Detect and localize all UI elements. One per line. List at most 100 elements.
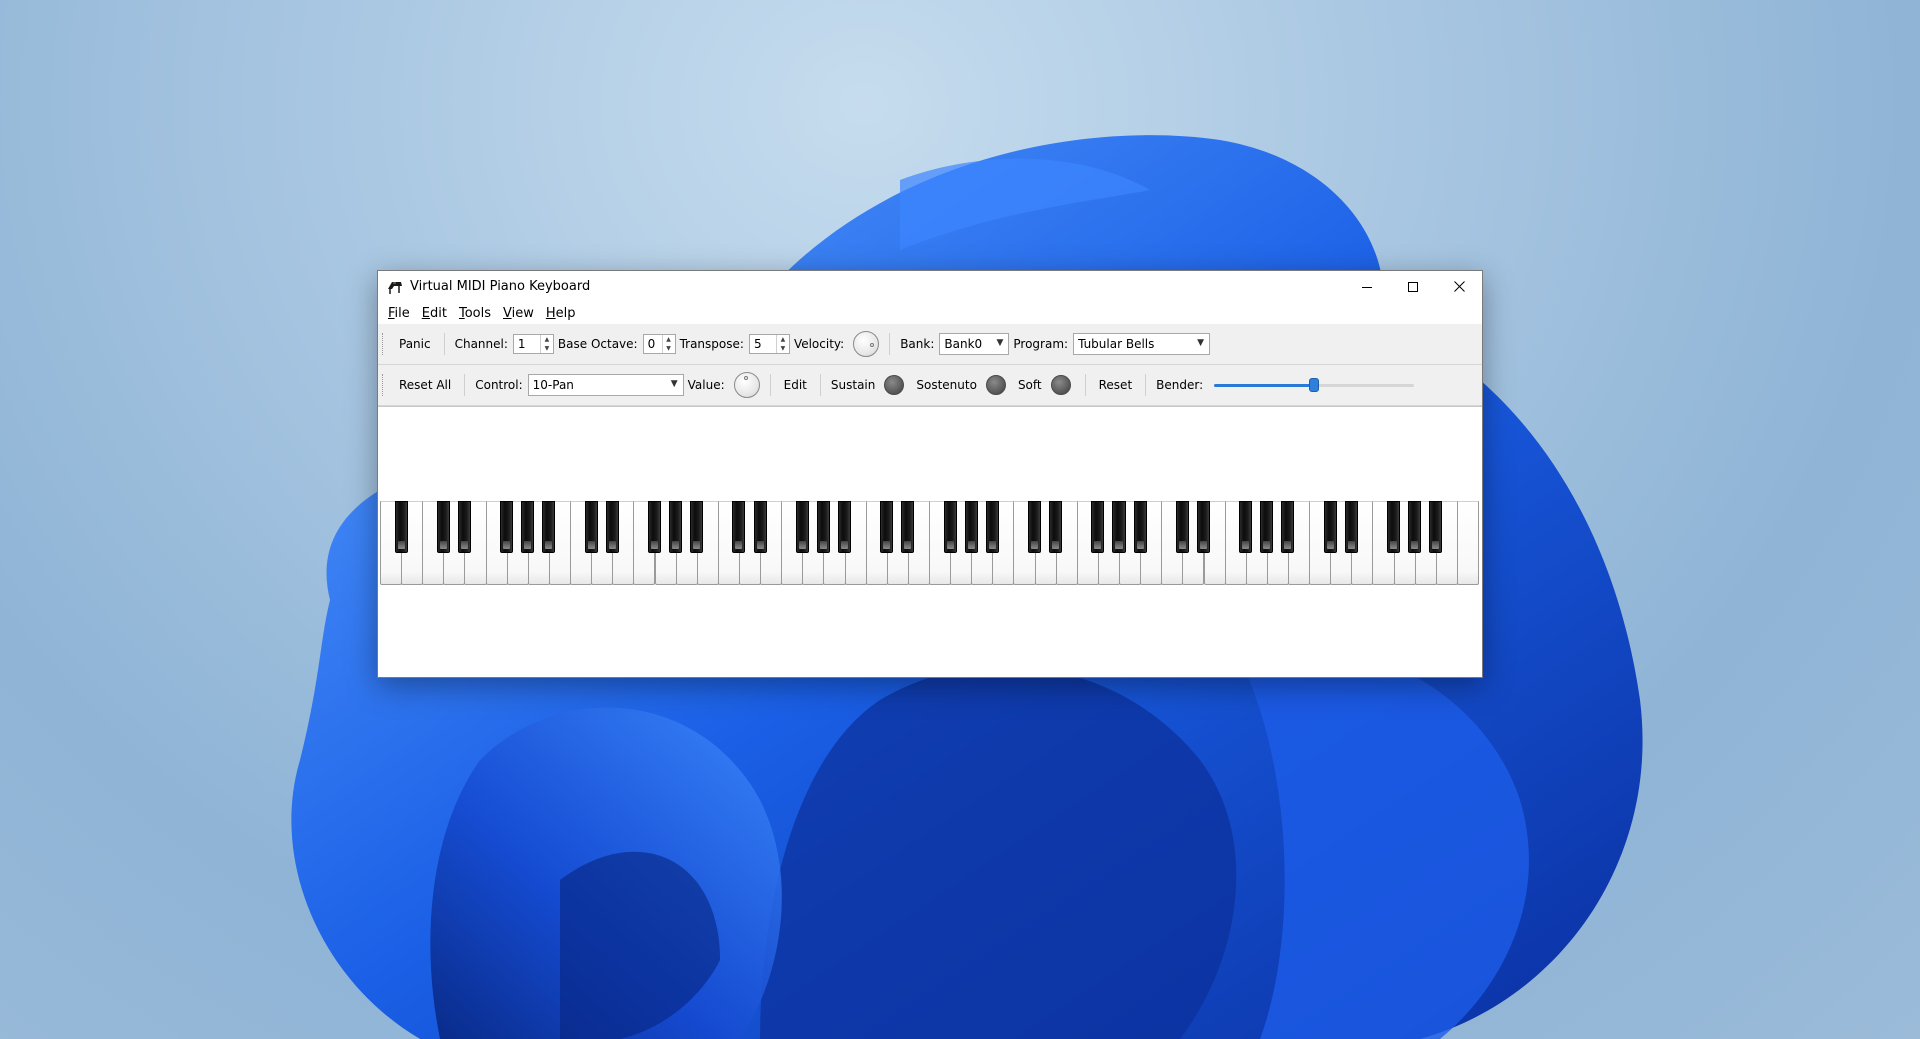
toolbar-separator: [464, 374, 466, 396]
spin-up-icon[interactable]: ▲: [777, 335, 789, 344]
black-key[interactable]: [457, 501, 471, 553]
black-key[interactable]: [1112, 501, 1126, 553]
notes-toolbar: Panic Channel: 1 ▲ ▼ Base Octave: 0 ▲ ▼ Tr…: [378, 324, 1482, 365]
channel-label: Channel:: [454, 337, 508, 351]
black-key[interactable]: [1344, 501, 1358, 553]
minimize-icon: [1362, 286, 1372, 288]
black-key[interactable]: [880, 501, 894, 553]
menu-tools[interactable]: Tools: [454, 306, 496, 321]
soft-toggle[interactable]: [1050, 375, 1071, 395]
slider-handle[interactable]: [1309, 378, 1320, 392]
black-key[interactable]: [816, 501, 830, 553]
black-key[interactable]: [436, 501, 450, 553]
value-knob[interactable]: [733, 372, 760, 398]
title-bar[interactable]: Virtual MIDI Piano Keyboard: [378, 271, 1482, 302]
transpose-value: 5: [753, 337, 762, 351]
velocity-knob[interactable]: [853, 331, 880, 357]
bender-slider[interactable]: [1214, 374, 1415, 396]
edit-button[interactable]: Edit: [777, 374, 814, 396]
black-key[interactable]: [1386, 501, 1401, 553]
bank-value: Bank0: [944, 337, 983, 351]
toolbar-separator: [889, 333, 891, 355]
reset-button[interactable]: Reset: [1092, 374, 1140, 396]
black-key[interactable]: [542, 501, 556, 553]
black-key[interactable]: [1408, 501, 1422, 553]
sustain-label: Sustain: [830, 378, 876, 392]
black-key[interactable]: [1049, 501, 1063, 553]
black-key[interactable]: [964, 501, 978, 553]
menu-help-accel: H: [545, 305, 556, 321]
spin-down-icon[interactable]: ▼: [541, 344, 553, 353]
bank-label: Bank:: [900, 337, 935, 351]
velocity-label: Velocity:: [793, 337, 845, 351]
black-key[interactable]: [1196, 501, 1211, 553]
reset-all-button[interactable]: Reset All: [392, 374, 458, 396]
panic-button[interactable]: Panic: [392, 333, 438, 355]
control-value: 10-Pan: [532, 378, 574, 392]
spin-down-icon[interactable]: ▼: [777, 344, 789, 353]
menu-file[interactable]: File: [383, 306, 415, 321]
sostenuto-toggle[interactable]: [985, 375, 1006, 395]
menu-help[interactable]: Help: [541, 306, 581, 321]
menu-view-label: iew: [511, 305, 534, 321]
black-key[interactable]: [690, 501, 704, 553]
base-octave-spinbox[interactable]: 0 ▲ ▼: [642, 334, 676, 354]
menu-view-accel: V: [503, 305, 512, 321]
black-key[interactable]: [1091, 501, 1105, 553]
sustain-toggle[interactable]: [884, 375, 905, 395]
black-key[interactable]: [1028, 501, 1042, 553]
spin-up-icon[interactable]: ▲: [541, 335, 553, 344]
control-combobox[interactable]: 10-Pan ▼: [527, 374, 684, 396]
black-key[interactable]: [500, 501, 514, 553]
knob-indicator: [870, 343, 875, 347]
menu-view[interactable]: View: [498, 306, 539, 321]
toolbar-separator: [769, 374, 771, 396]
toolbar-separator: [1145, 374, 1147, 396]
black-key[interactable]: [1281, 501, 1295, 553]
menu-edit-label: dit: [430, 305, 447, 321]
black-key[interactable]: [1133, 501, 1147, 553]
white-key[interactable]: [1456, 501, 1479, 585]
black-key[interactable]: [605, 501, 619, 553]
black-key[interactable]: [1175, 501, 1189, 553]
black-key[interactable]: [1429, 501, 1443, 553]
black-key[interactable]: [1323, 501, 1337, 553]
black-key[interactable]: [732, 501, 746, 553]
spin-up-icon[interactable]: ▲: [663, 335, 675, 344]
chevron-down-icon: ▼: [996, 338, 1004, 348]
value-label: Value:: [687, 378, 725, 392]
black-key[interactable]: [669, 501, 683, 553]
channel-spinbox[interactable]: 1 ▲ ▼: [512, 334, 554, 354]
black-key[interactable]: [1260, 501, 1274, 553]
maximize-button[interactable]: [1390, 271, 1436, 302]
transpose-label: Transpose:: [679, 337, 744, 351]
minimize-button[interactable]: [1344, 271, 1390, 302]
transpose-spinbox[interactable]: 5 ▲ ▼: [748, 334, 790, 354]
chevron-down-icon: ▼: [670, 379, 678, 389]
maximize-icon: [1408, 281, 1418, 292]
toolbar-separator: [819, 374, 821, 396]
spin-down-icon[interactable]: ▼: [663, 344, 675, 353]
black-key[interactable]: [837, 501, 852, 553]
toolbar-grip[interactable]: [382, 374, 386, 396]
black-key[interactable]: [394, 501, 408, 553]
black-key[interactable]: [584, 501, 598, 553]
black-key[interactable]: [795, 501, 809, 553]
control-label: Control:: [475, 378, 523, 392]
piano-keyboard[interactable]: [380, 501, 1479, 587]
black-key[interactable]: [521, 501, 535, 553]
black-key[interactable]: [901, 501, 915, 553]
toolbar-separator: [443, 333, 445, 355]
program-combobox[interactable]: Tubular Bells ▼: [1073, 333, 1211, 355]
close-button[interactable]: [1436, 271, 1482, 302]
menu-file-label: ile: [394, 305, 410, 321]
black-key[interactable]: [1239, 501, 1253, 553]
bank-combobox[interactable]: Bank0 ▼: [939, 333, 1010, 355]
black-key[interactable]: [943, 501, 957, 553]
knob-indicator: [743, 376, 748, 380]
black-key[interactable]: [753, 501, 767, 553]
menu-edit[interactable]: Edit: [417, 306, 452, 321]
black-key[interactable]: [647, 501, 662, 553]
black-key[interactable]: [985, 501, 999, 553]
toolbar-grip[interactable]: [382, 333, 386, 355]
